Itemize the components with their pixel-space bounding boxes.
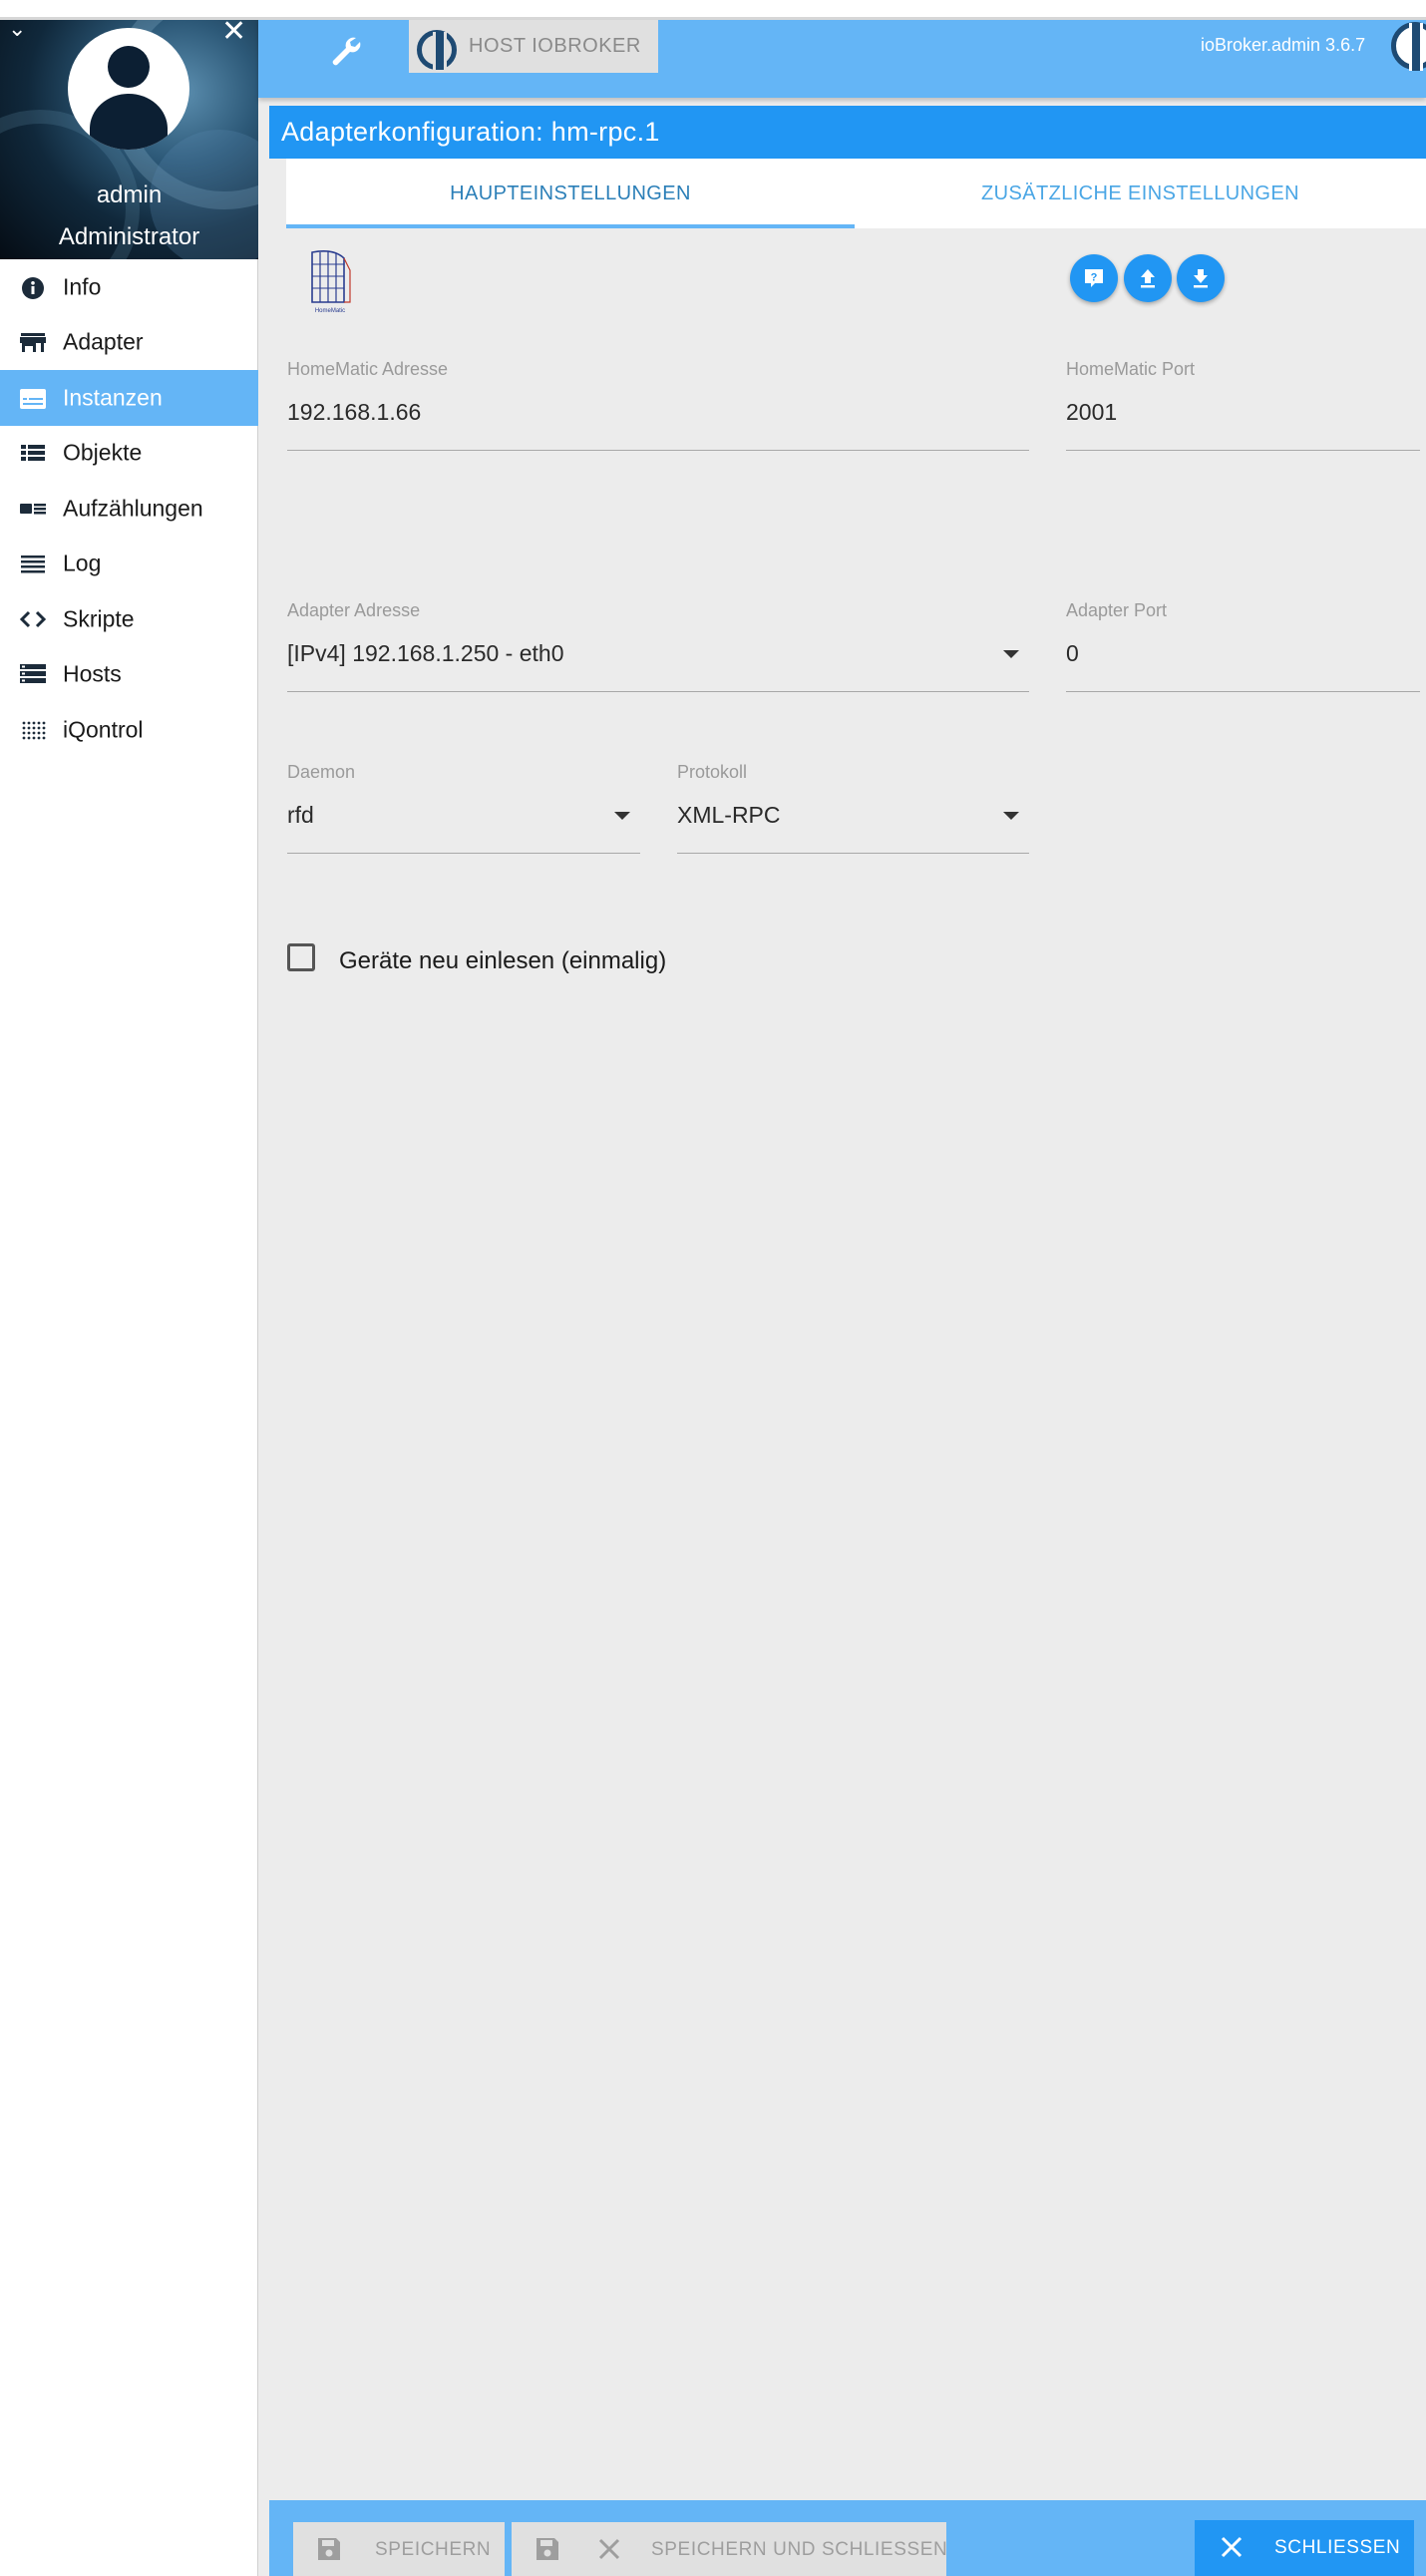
code-icon xyxy=(18,606,48,632)
homematic-address-field[interactable]: HomeMatic Adresse 192.168.1.66 xyxy=(287,359,1029,451)
field-value[interactable]: 192.168.1.66 xyxy=(287,399,421,426)
daemon-select[interactable]: Daemon rfd xyxy=(287,762,640,854)
sidebar-item-label: Adapter xyxy=(63,328,144,355)
field-label: HomeMatic Adresse xyxy=(287,359,449,379)
field-underline xyxy=(677,853,1029,854)
app-bar: HOST IOBROKER ioBroker.admin 3.6.7 xyxy=(258,20,1426,98)
field-underline xyxy=(287,450,1029,451)
info-icon xyxy=(18,274,48,300)
close-button-label: SCHLIESSEN xyxy=(1274,2537,1401,2558)
instances-icon xyxy=(18,385,48,411)
log-icon xyxy=(18,551,48,576)
sidebar-item-label: Objekte xyxy=(63,439,143,466)
avatar-body xyxy=(90,94,168,150)
version-label: ioBroker.admin 3.6.7 xyxy=(1201,35,1366,55)
save-and-close-button-label: SPEICHERN UND SCHLIESSEN xyxy=(651,2539,948,2560)
sidebar-item-iqontrol[interactable]: iQontrol xyxy=(0,702,258,758)
sidebar: ⌄ ✕ admin Administrator Info Adapter Ins… xyxy=(0,20,258,2576)
field-underline xyxy=(287,691,1029,692)
sidebar-item-aufzaehlungen[interactable]: Aufzählungen xyxy=(0,481,258,537)
homematic-port-field[interactable]: HomeMatic Port 2001 xyxy=(1066,359,1420,451)
sidebar-item-hosts[interactable]: Hosts xyxy=(0,647,258,703)
field-label: Daemon xyxy=(287,762,356,782)
tab-haupteinstellungen[interactable]: HAUPTEINSTELLUNGEN xyxy=(286,159,855,228)
help-icon: ? xyxy=(1085,269,1103,287)
sidebar-item-label: Skripte xyxy=(63,605,135,632)
bottom-action-bar: SPEICHERN SPEICHERN UND SCHLIESSEN SCHLI… xyxy=(269,2500,1426,2576)
enum-icon xyxy=(18,496,48,522)
svg-text:HomeMatic: HomeMatic xyxy=(315,308,345,314)
help-button[interactable]: ? xyxy=(1070,254,1118,302)
field-value[interactable]: 2001 xyxy=(1066,399,1117,426)
download-icon xyxy=(1194,269,1208,288)
iobroker-logo-icon xyxy=(1391,22,1426,71)
sidebar-item-label: Hosts xyxy=(63,660,122,687)
host-selector-button[interactable]: HOST IOBROKER xyxy=(409,20,658,73)
sidebar-item-label: Aufzählungen xyxy=(63,495,203,522)
field-label: Protokoll xyxy=(677,762,748,782)
close-sidebar-icon[interactable]: ✕ xyxy=(221,20,246,47)
sidebar-nav: Info Adapter Instanzen Objekte Aufzählun… xyxy=(0,259,258,758)
dropdown-arrow-icon[interactable] xyxy=(614,812,630,820)
save-icon xyxy=(318,2538,340,2560)
save-button-label: SPEICHERN xyxy=(375,2539,492,2560)
homematic-logo: HomeMatic xyxy=(304,244,356,316)
store-icon xyxy=(18,329,48,355)
sidebar-item-label: iQontrol xyxy=(63,716,144,743)
page-title: Adapterkonfiguration: hm-rpc.1 xyxy=(269,106,1426,159)
sidebar-item-objekte[interactable]: Objekte xyxy=(0,426,258,482)
sidebar-item-instanzen[interactable]: Instanzen xyxy=(0,370,258,426)
hosts-icon xyxy=(18,661,48,687)
field-value[interactable]: XML-RPC xyxy=(677,802,781,829)
close-icon xyxy=(1221,2536,1243,2558)
sidebar-item-skripte[interactable]: Skripte xyxy=(0,591,258,647)
chevron-down-icon[interactable]: ⌄ xyxy=(8,20,26,40)
reload-devices-checkbox[interactable] xyxy=(287,943,315,971)
dropdown-arrow-icon[interactable] xyxy=(1003,812,1019,820)
iobroker-logo-icon xyxy=(417,30,457,70)
dots-grid-icon xyxy=(18,717,48,743)
close-icon xyxy=(598,2538,620,2560)
reload-devices-label[interactable]: Geräte neu einlesen (einmalig) xyxy=(339,947,666,975)
save-icon xyxy=(536,2538,558,2560)
svg-text:?: ? xyxy=(1091,272,1098,284)
field-underline xyxy=(1066,450,1420,451)
profile-header: ⌄ ✕ admin Administrator xyxy=(0,20,258,259)
download-button[interactable] xyxy=(1177,254,1225,302)
sidebar-item-label: Instanzen xyxy=(63,384,163,411)
profile-username: admin xyxy=(96,182,163,208)
field-underline xyxy=(287,853,640,854)
sidebar-item-adapter[interactable]: Adapter xyxy=(0,315,258,371)
sidebar-item-label: Log xyxy=(63,550,102,576)
dropdown-arrow-icon[interactable] xyxy=(1003,650,1019,658)
profile-role: Administrator xyxy=(58,223,200,250)
tab-zusaetzliche-einstellungen[interactable]: ZUSÄTZLICHE EINSTELLUNGEN xyxy=(855,159,1426,228)
field-value[interactable]: 0 xyxy=(1066,640,1079,667)
host-label: HOST IOBROKER xyxy=(469,35,641,57)
avatar xyxy=(68,28,189,150)
save-and-close-button[interactable]: SPEICHERN UND SCHLIESSEN xyxy=(512,2522,948,2576)
field-value[interactable]: rfd xyxy=(287,802,314,829)
protocol-select[interactable]: Protokoll XML-RPC xyxy=(677,762,1029,854)
adapter-port-field[interactable]: Adapter Port 0 xyxy=(1066,600,1420,692)
field-label: Adapter Port xyxy=(1066,600,1168,620)
field-value[interactable]: [IPv4] 192.168.1.250 - eth0 xyxy=(287,640,563,667)
sidebar-item-info[interactable]: Info xyxy=(0,259,258,315)
sidebar-item-label: Info xyxy=(63,273,102,300)
tab-indicator xyxy=(286,224,855,228)
field-label: HomeMatic Port xyxy=(1066,359,1196,379)
tab-bar: HAUPTEINSTELLUNGEN ZUSÄTZLICHE EINSTELLU… xyxy=(286,159,1426,228)
list-icon xyxy=(18,440,48,466)
field-label: Adapter Adresse xyxy=(287,600,421,620)
save-button[interactable]: SPEICHERN xyxy=(293,2522,505,2576)
top-strip xyxy=(0,0,1426,20)
upload-icon xyxy=(1141,269,1155,288)
upload-button[interactable] xyxy=(1124,254,1172,302)
wrench-icon[interactable] xyxy=(326,30,366,70)
avatar-head xyxy=(108,46,150,88)
sidebar-item-log[interactable]: Log xyxy=(0,537,258,592)
close-button[interactable]: SCHLIESSEN xyxy=(1195,2520,1414,2576)
adapter-address-select[interactable]: Adapter Adresse [IPv4] 192.168.1.250 - e… xyxy=(287,600,1029,692)
field-underline xyxy=(1066,691,1420,692)
